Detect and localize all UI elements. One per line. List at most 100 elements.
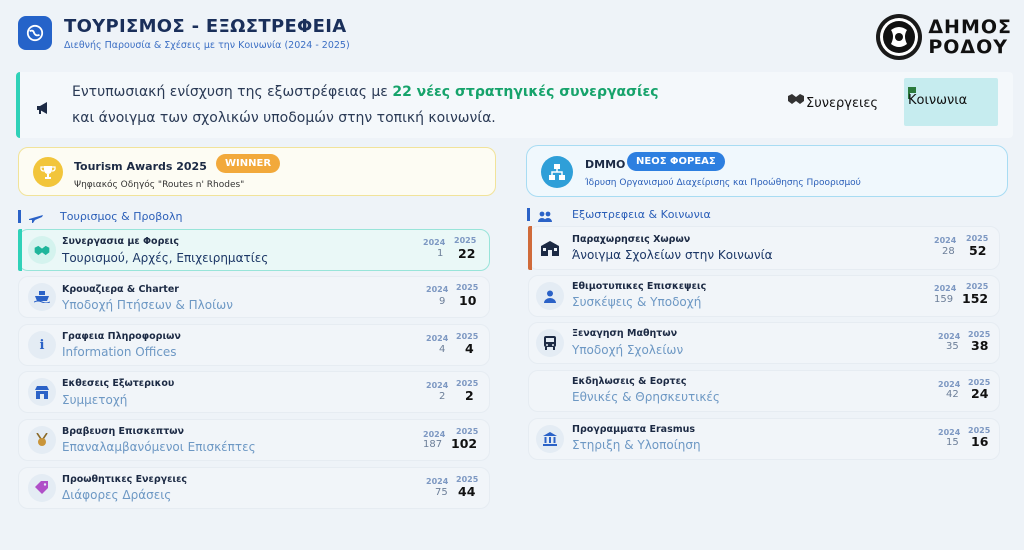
year-2025: 2025	[456, 427, 479, 436]
value-2025: 24	[971, 386, 989, 401]
row-subtitle: Τουρισμού, Αρχές, Επιχειρηματίες	[62, 251, 269, 265]
handshake-icon	[788, 94, 804, 104]
row-title: Προγραμματα Erasmus	[572, 424, 696, 435]
winner-badge: WINNER	[216, 154, 281, 173]
trophy-icon	[33, 157, 63, 187]
value-2024: 9	[439, 296, 446, 307]
award-subtitle: Ψηφιακός Οδηγός "Routes n' Rhodes"	[74, 180, 245, 190]
year-2025: 2025	[456, 283, 479, 292]
brand-logo: ΔΗΜΟΣ ΡΟΔΟΥ	[876, 14, 1012, 60]
row-title: Εθιμοτυπικες Επισκεψεις	[572, 281, 707, 292]
value-2024: 28	[942, 246, 955, 257]
new-body-badge: ΝΕΟΣ ΦΟΡΕΑΣ	[627, 152, 725, 171]
row-subtitle: Information Offices	[62, 345, 177, 359]
award-title: Tourism Awards 2025	[74, 160, 207, 173]
row-title: Προωθητικες Ενεργειες	[62, 474, 187, 485]
row-title: Παραχωρησεις Χωρων	[572, 234, 691, 245]
row-subtitle: Υποδοχή Πτήσεων & Πλοίων	[62, 298, 233, 312]
value-2024: 2	[439, 391, 446, 402]
globe-icon	[26, 24, 44, 42]
info-icon: i	[28, 331, 56, 359]
year-2025: 2025	[456, 332, 479, 341]
store-icon	[28, 378, 56, 406]
bus-icon	[536, 329, 564, 357]
row-title: Γραφεια Πληροφοριων	[62, 331, 181, 342]
value-2025: 102	[451, 436, 478, 451]
brand-line1: ΔΗΜΟΣ	[928, 16, 1012, 38]
value-2024: 4	[439, 344, 446, 355]
banner-highlight: 22 νέες στρατηγικές συνεργασίες	[392, 84, 659, 100]
year-2025: 2025	[454, 236, 477, 245]
year-2024: 2024	[423, 430, 446, 439]
year-2024: 2024	[426, 285, 449, 294]
year-2024: 2024	[423, 238, 446, 247]
section-bar-left	[18, 210, 21, 223]
row-title: Εκθεσεις Εξωτερικου	[62, 378, 175, 389]
year-2024: 2024	[426, 477, 449, 486]
section-title-tourism: Τουρισμος & Προβολη	[60, 210, 183, 223]
value-2024: 35	[946, 341, 959, 352]
value-2024: 159	[934, 294, 954, 305]
year-2025: 2025	[456, 475, 479, 484]
value-2025: 2	[465, 388, 474, 403]
value-2025: 4	[465, 341, 474, 356]
row-subtitle: Επαναλαμβανόμενοι Επισκέπτες	[62, 440, 256, 454]
users-icon	[538, 208, 552, 227]
row-subtitle: Στηριξη & Υλοποίηση	[572, 438, 701, 452]
year-2025: 2025	[966, 282, 989, 291]
row-subtitle: Εθνικές & Θρησκευτικές	[572, 390, 720, 404]
value-2025: 10	[459, 293, 477, 308]
ship-icon	[28, 283, 56, 311]
value-2024: 15	[946, 437, 959, 448]
value-2025: 16	[971, 434, 989, 449]
value-2025: 44	[458, 484, 476, 499]
value-2024: 42	[946, 389, 959, 400]
year-2025: 2025	[966, 234, 989, 243]
year-2024: 2024	[938, 332, 961, 341]
tag-society-label: Κοινωνια	[908, 93, 968, 108]
active-indicator	[18, 229, 22, 271]
row-title: Εκδηλωσεις & Εορτες	[572, 376, 687, 387]
year-2024: 2024	[934, 236, 957, 245]
medallion-icon	[876, 14, 923, 60]
value-2024: 1	[437, 248, 444, 259]
page-subtitle: Διεθνής Παρουσία & Σχέσεις με την Κοινων…	[64, 40, 350, 51]
row-subtitle: Άνοιγμα Σχολείων στην Κοινωνία	[572, 248, 773, 262]
page-title: ΤΟΥΡΙΣΜΟΣ - ΕΞΩΣΤΡΕΦΕΙΑ	[64, 16, 347, 37]
brand-line2: ΡΟΔΟΥ	[928, 36, 1009, 58]
banner-line2: και άνοιγμα των σχολικών υποδομών στην τ…	[72, 110, 496, 126]
megaphone-icon	[36, 99, 50, 118]
plane-icon	[29, 209, 43, 228]
year-2025: 2025	[456, 379, 479, 388]
tag-synergies-label: Συνεργειες	[806, 96, 879, 111]
bank-icon	[536, 425, 564, 453]
user-tie-icon	[536, 282, 564, 310]
section-bar-right	[527, 208, 530, 221]
value-2024: 75	[435, 487, 448, 498]
value-2025: 152	[962, 291, 989, 306]
dmmo-title: DMMO	[585, 158, 626, 171]
value-2025: 22	[458, 246, 476, 261]
year-2024: 2024	[938, 380, 961, 389]
value-2025: 52	[969, 243, 987, 258]
value-2025: 38	[971, 338, 989, 353]
handshake-icon	[28, 236, 56, 264]
year-2024: 2024	[426, 334, 449, 343]
banner-line1: Εντυπωσιακή ενίσχυση της εξωστρέφειας με…	[72, 84, 659, 100]
row-subtitle: Συμμετοχή	[62, 393, 128, 407]
section-title-outreach: Εξωστρεφεια & Κοινωνια	[572, 208, 711, 221]
year-2024: 2024	[426, 381, 449, 390]
row-subtitle: Διάφορες Δράσεις	[62, 488, 172, 502]
active-indicator	[528, 226, 532, 270]
row-title: Συνεργασια με Φορεις	[62, 236, 180, 247]
school-icon	[536, 234, 564, 262]
row-title: Κρουαζιερα & Charter	[62, 284, 179, 295]
tag-icon	[28, 474, 56, 502]
year-2024: 2024	[938, 428, 961, 437]
banner-line1-text: Εντυπωσιακή ενίσχυση της εξωστρέφειας με	[72, 84, 388, 100]
row-subtitle: Υποδοχή Σχολείων	[572, 343, 684, 357]
medal-icon	[28, 426, 56, 454]
tag-synergies[interactable]: Συνεργειες	[788, 86, 878, 111]
app-logo	[18, 16, 52, 50]
award-card-dmmo	[526, 145, 1008, 197]
